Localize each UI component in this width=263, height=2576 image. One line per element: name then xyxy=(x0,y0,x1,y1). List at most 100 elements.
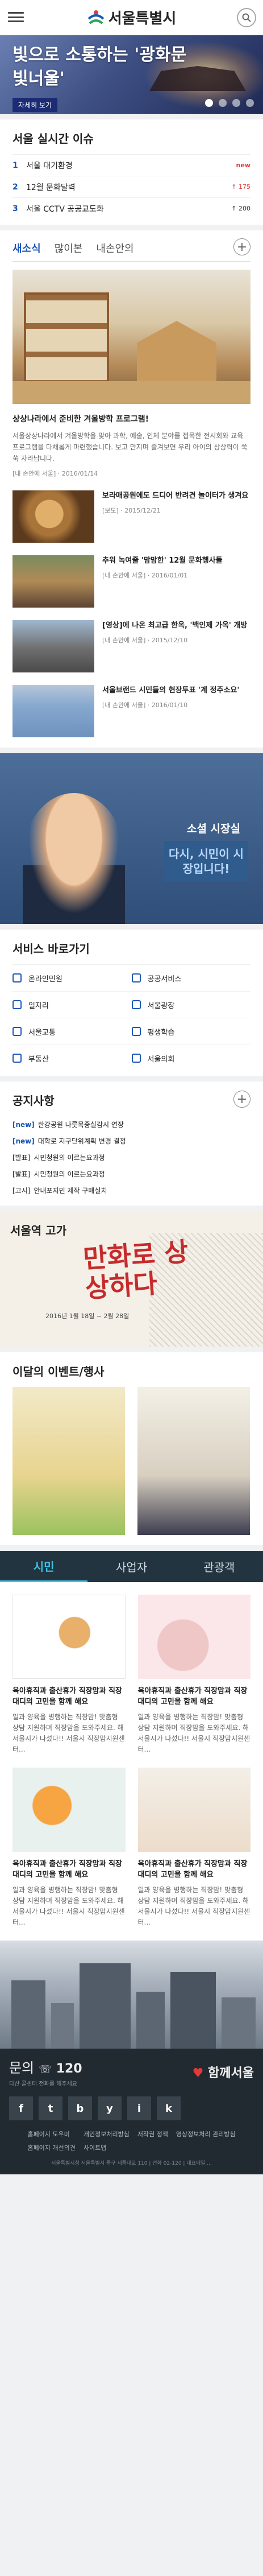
logo[interactable]: 서울특별시 xyxy=(87,7,177,28)
notice-item[interactable]: [고시] 안내포지민 제작 구매실치 xyxy=(12,1182,251,1199)
news-item-meta: [내 손안에 서울] · 2015/12/10 xyxy=(102,637,188,644)
twitter-icon[interactable]: t xyxy=(39,2096,62,2120)
news-thumbnail xyxy=(12,620,94,672)
news-list-item[interactable]: 보라매공원에도 드디어 반려견 놀이터가 생겨요 [보도] · 2015/12/… xyxy=(12,490,251,543)
hero-dot[interactable] xyxy=(232,99,240,107)
footer-link[interactable]: 홈페이지 도우미 xyxy=(27,2129,75,2139)
exhibition-date: 2016년 1월 18일 ~ 2월 28일 xyxy=(45,1312,130,1320)
social-links: f t b y i k xyxy=(9,2096,254,2120)
issue-text: 서울 CCTV 공공교도화 xyxy=(26,204,104,214)
copyright: 서울특별시청 서울특별시 중구 세종대로 110 | 전화 02-120 | 대… xyxy=(51,2161,212,2166)
instagram-icon[interactable]: i xyxy=(127,2096,151,2120)
service-link[interactable]: 서울교통 xyxy=(12,1018,132,1045)
event-poster[interactable] xyxy=(12,1387,125,1535)
news-list-item[interactable]: 추워 녹여줄 '맘맘한' 12월 문화행사들 [내 손안에 서울] · 2016… xyxy=(12,555,251,608)
blog-icon[interactable]: b xyxy=(68,2096,92,2120)
civil-service-icon xyxy=(12,973,22,982)
notice-item[interactable]: [new] 대학로 지구단위계획 변경 결정 xyxy=(12,1133,251,1149)
menu-icon[interactable] xyxy=(8,10,24,24)
tab-citizen[interactable]: 시민 xyxy=(0,1551,88,1582)
service-link[interactable]: 부동산 xyxy=(12,1045,132,1071)
logo-text: 서울특별시 xyxy=(108,10,177,27)
notice-item[interactable]: [new] 한강공원 나룻목중실감시 연장 xyxy=(12,1116,251,1133)
tab-business[interactable]: 사업자 xyxy=(87,1551,175,1582)
issue-rank: 2 xyxy=(12,182,18,192)
news-item-title: 보라매공원에도 드디어 반려견 놀이터가 생겨요 xyxy=(102,492,249,500)
audience-card[interactable]: 육아휴직과 출산휴가 직장맘과 직장대디의 고민을 함께 해요 일과 양육을 병… xyxy=(137,1595,251,1755)
issue-item[interactable]: 3 서울 CCTV 공공교도화 ↑ 200 xyxy=(12,197,251,219)
notice-item[interactable]: [발표] 시민청원의 이르는요과정 xyxy=(12,1166,251,1182)
footer-link[interactable]: 저작권 정책 xyxy=(137,2129,168,2139)
news-item-title: 추워 녹여줄 '맘맘한' 12월 문화행사들 xyxy=(102,556,223,565)
events-grid xyxy=(12,1387,251,1535)
real-estate-icon xyxy=(12,1054,22,1063)
notice-prefix: [발표] xyxy=(12,1154,31,1162)
card-desc: 일과 양육을 병행하는 직장맘! 맞춤형 상담 지원하며 직장맘을 도와주세요.… xyxy=(12,1886,125,1926)
tab-mine[interactable]: 내손안의 xyxy=(96,241,133,255)
service-link[interactable]: 일자리 xyxy=(12,991,132,1018)
service-shortcuts: 서비스 바로가기 온라인민원 공공서비스 일자리 서울광장 서울교통 평생학습 … xyxy=(0,930,263,1076)
footer-top: 문의 ☏ 120 다산 콜센터 전화를 해주세요 ♥ 함께서울 xyxy=(9,2057,254,2087)
hero-dot[interactable] xyxy=(205,99,213,107)
with-seoul-logo[interactable]: ♥ 함께서울 xyxy=(193,2063,254,2081)
jobs-icon xyxy=(12,1000,22,1009)
notice-prefix: [new] xyxy=(12,1120,35,1129)
tab-tourist[interactable]: 관광객 xyxy=(176,1551,263,1582)
audience-card[interactable]: 육아휴직과 출산휴가 직장맘과 직장대디의 고민을 함께 해요 일과 양육을 병… xyxy=(137,1768,251,1928)
footer-link[interactable]: 홈페이지 개선의견 xyxy=(27,2143,75,2152)
facebook-icon[interactable]: f xyxy=(9,2096,33,2120)
events-title: 이달의 이벤트/행사 xyxy=(12,1365,105,1378)
youtube-icon[interactable]: y xyxy=(98,2096,122,2120)
notices-more-plus-icon[interactable]: + xyxy=(233,1091,251,1108)
mayor-slogan: 다시, 시민이 시장입니다! xyxy=(164,841,248,882)
service-label: 평생학습 xyxy=(147,1028,175,1037)
card-title: 육아휴직과 출산휴가 직장맘과 직장대디의 고민을 함께 해요 xyxy=(137,1860,248,1879)
hero-dot[interactable] xyxy=(219,99,227,107)
news-main-title[interactable]: 상상나라에서 준비한 겨울방학 프로그램! xyxy=(12,413,251,424)
card-title: 육아휴직과 출산휴가 직장맘과 직장대디의 고민을 함께 해요 xyxy=(12,1860,122,1879)
mayor-label: 소셜 시장실 xyxy=(186,823,240,835)
event-poster[interactable] xyxy=(137,1387,250,1535)
service-link[interactable]: 평생학습 xyxy=(131,1018,251,1045)
issue-rank: 3 xyxy=(12,204,18,213)
top-header: 서울특별시 xyxy=(0,0,263,35)
hero-detail-link[interactable]: 자세히 보기 xyxy=(12,98,58,112)
hero-banner[interactable]: 빛으로 소통하는 '광화문 빛너울' 자세히 보기 xyxy=(0,35,263,114)
monthly-events: 이달의 이벤트/행사 xyxy=(0,1352,263,1545)
service-link[interactable]: 서울의회 xyxy=(131,1045,251,1071)
issue-item[interactable]: 1 서울 대기환경 new xyxy=(12,154,251,176)
exhibition-title: 만화로 상상하다 xyxy=(82,1236,190,1304)
notice-text: 안내포지민 제작 구매실치 xyxy=(34,1187,107,1195)
audience-card[interactable]: 육아휴직과 출산휴가 직장맘과 직장대디의 고민을 함께 해요 일과 양육을 병… xyxy=(12,1768,126,1928)
hero-dot[interactable] xyxy=(246,99,254,107)
social-mayor-banner[interactable]: 소셜 시장실 다시, 시민이 시장입니다! xyxy=(0,753,263,924)
audience-card[interactable]: 육아휴직과 출산휴가 직장맘과 직장대디의 고민을 함께 해요 일과 양육을 병… xyxy=(12,1595,126,1755)
footer-links: 홈페이지 도우미 개인정보처리방침 저작권 정책 영상정보처리 관리방침 홈페이… xyxy=(9,2129,254,2152)
building xyxy=(170,1972,216,2049)
search-button[interactable] xyxy=(237,8,256,27)
footer-link[interactable]: 사이트맵 xyxy=(84,2143,130,2152)
news-main-image[interactable] xyxy=(12,270,251,404)
tab-new[interactable]: 새소식 xyxy=(12,241,41,255)
news-item-meta: [보도] · 2015/12/21 xyxy=(102,507,161,514)
wooden-house-illustration xyxy=(137,321,216,383)
footer-link[interactable]: 개인정보처리방침 xyxy=(84,2129,130,2139)
exhibition-subtitle: 서울역 고가 xyxy=(10,1224,66,1237)
news-list-item[interactable]: 서울브랜드 시민들의 현장투표 '계 정주소요' [내 손안에 서울] · 20… xyxy=(12,685,251,737)
tab-popular[interactable]: 많이본 xyxy=(55,241,83,255)
more-plus-icon[interactable]: + xyxy=(233,238,251,255)
service-link[interactable]: 서울광장 xyxy=(131,991,251,1018)
kakao-icon[interactable]: k xyxy=(157,2096,181,2120)
notice-text: 한강공원 나룻목중실감시 연장 xyxy=(37,1121,124,1129)
service-link[interactable]: 온라인민원 xyxy=(12,964,132,991)
contact-line[interactable]: 문의 ☏ 120 xyxy=(9,2057,82,2077)
exhibition-banner[interactable]: 서울역 고가 만화로 상상하다 2016년 1월 18일 ~ 2월 28일 xyxy=(0,1211,263,1347)
hero-title: 빛으로 소통하는 '광화문 빛너울' xyxy=(12,45,187,89)
news-thumbnail xyxy=(12,555,94,608)
building xyxy=(222,1997,256,2049)
service-link[interactable]: 공공서비스 xyxy=(131,964,251,991)
issue-item[interactable]: 2 12월 문화달력 ↑ 175 xyxy=(12,176,251,197)
notice-item[interactable]: [발표] 시민청원의 이르는요과정 xyxy=(12,1149,251,1166)
footer-link[interactable]: 영상정보처리 관리방침 xyxy=(176,2129,236,2139)
news-list-item[interactable]: [영상]에 나온 최고급 한옥, '백인제 가옥' 개방 [내 손안에 서울] … xyxy=(12,620,251,672)
